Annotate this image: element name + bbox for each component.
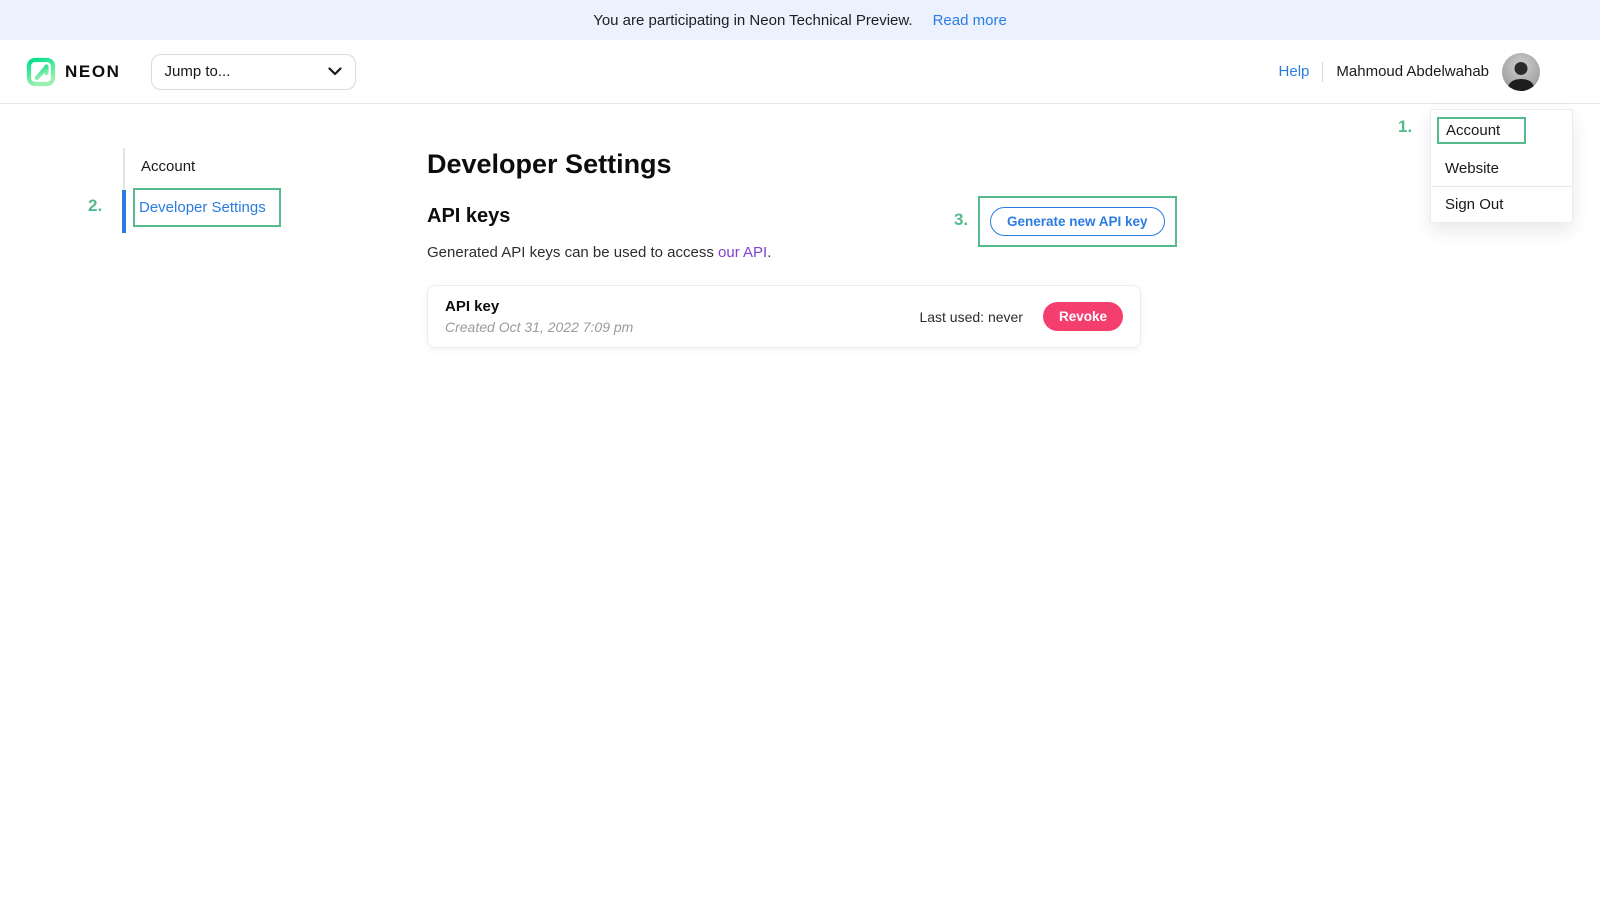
- api-key-last-used: Last used: never: [919, 309, 1023, 325]
- brand-wordmark: NEON: [65, 62, 121, 82]
- jump-to-dropdown[interactable]: Jump to...: [151, 54, 356, 90]
- menu-item-website[interactable]: Website: [1431, 151, 1572, 186]
- sidebar-rail: [123, 148, 125, 190]
- neon-brand[interactable]: NEON: [26, 57, 121, 87]
- description-text: Generated API keys can be used to access: [427, 244, 718, 261]
- user-dropdown-menu: Account Website Sign Out: [1430, 109, 1573, 223]
- jump-to-value: Jump to...: [165, 63, 231, 80]
- header-divider: [1322, 62, 1323, 82]
- description-period: .: [767, 244, 771, 261]
- api-keys-description: Generated API keys can be used to access…: [427, 244, 771, 261]
- annotation-box-developer-settings: Developer Settings: [133, 188, 281, 227]
- annotation-box-generate-button: Generate new API key: [978, 196, 1177, 247]
- annotation-box-account: Account: [1437, 117, 1526, 144]
- annotation-step-1: 1.: [1398, 117, 1412, 137]
- our-api-link[interactable]: our API: [718, 244, 767, 261]
- api-key-info: API key Created Oct 31, 2022 7:09 pm: [445, 298, 633, 335]
- api-key-created: Created Oct 31, 2022 7:09 pm: [445, 319, 633, 335]
- annotation-step-3: 3.: [954, 210, 968, 230]
- banner-text: You are participating in Neon Technical …: [593, 12, 912, 29]
- sidebar-item-account[interactable]: Account: [141, 158, 195, 175]
- api-key-row: API key Created Oct 31, 2022 7:09 pm Las…: [427, 285, 1141, 348]
- user-name: Mahmoud Abdelwahab: [1336, 63, 1489, 80]
- api-keys-section-title: API keys: [427, 205, 510, 228]
- header-right-group: Help Mahmoud Abdelwahab: [1279, 53, 1540, 91]
- read-more-link[interactable]: Read more: [933, 12, 1007, 29]
- technical-preview-banner: You are participating in Neon Technical …: [0, 0, 1600, 40]
- annotation-step-2: 2.: [88, 196, 102, 216]
- api-key-actions: Last used: never Revoke: [919, 302, 1123, 331]
- api-key-name: API key: [445, 298, 633, 315]
- app-header: NEON Jump to... Help Mahmoud Abdelwahab: [0, 40, 1600, 104]
- user-avatar[interactable]: [1502, 53, 1540, 91]
- generate-api-key-button[interactable]: Generate new API key: [990, 207, 1165, 236]
- menu-item-account[interactable]: Account: [1431, 110, 1572, 151]
- page-title: Developer Settings: [427, 149, 672, 180]
- chevron-down-icon: [328, 67, 342, 76]
- help-link[interactable]: Help: [1279, 63, 1310, 80]
- sidebar-active-indicator: [122, 190, 126, 233]
- revoke-button[interactable]: Revoke: [1043, 302, 1123, 331]
- sidebar-item-developer-settings[interactable]: Developer Settings: [139, 199, 266, 216]
- menu-item-sign-out[interactable]: Sign Out: [1431, 187, 1572, 222]
- neon-logo-icon: [26, 57, 56, 87]
